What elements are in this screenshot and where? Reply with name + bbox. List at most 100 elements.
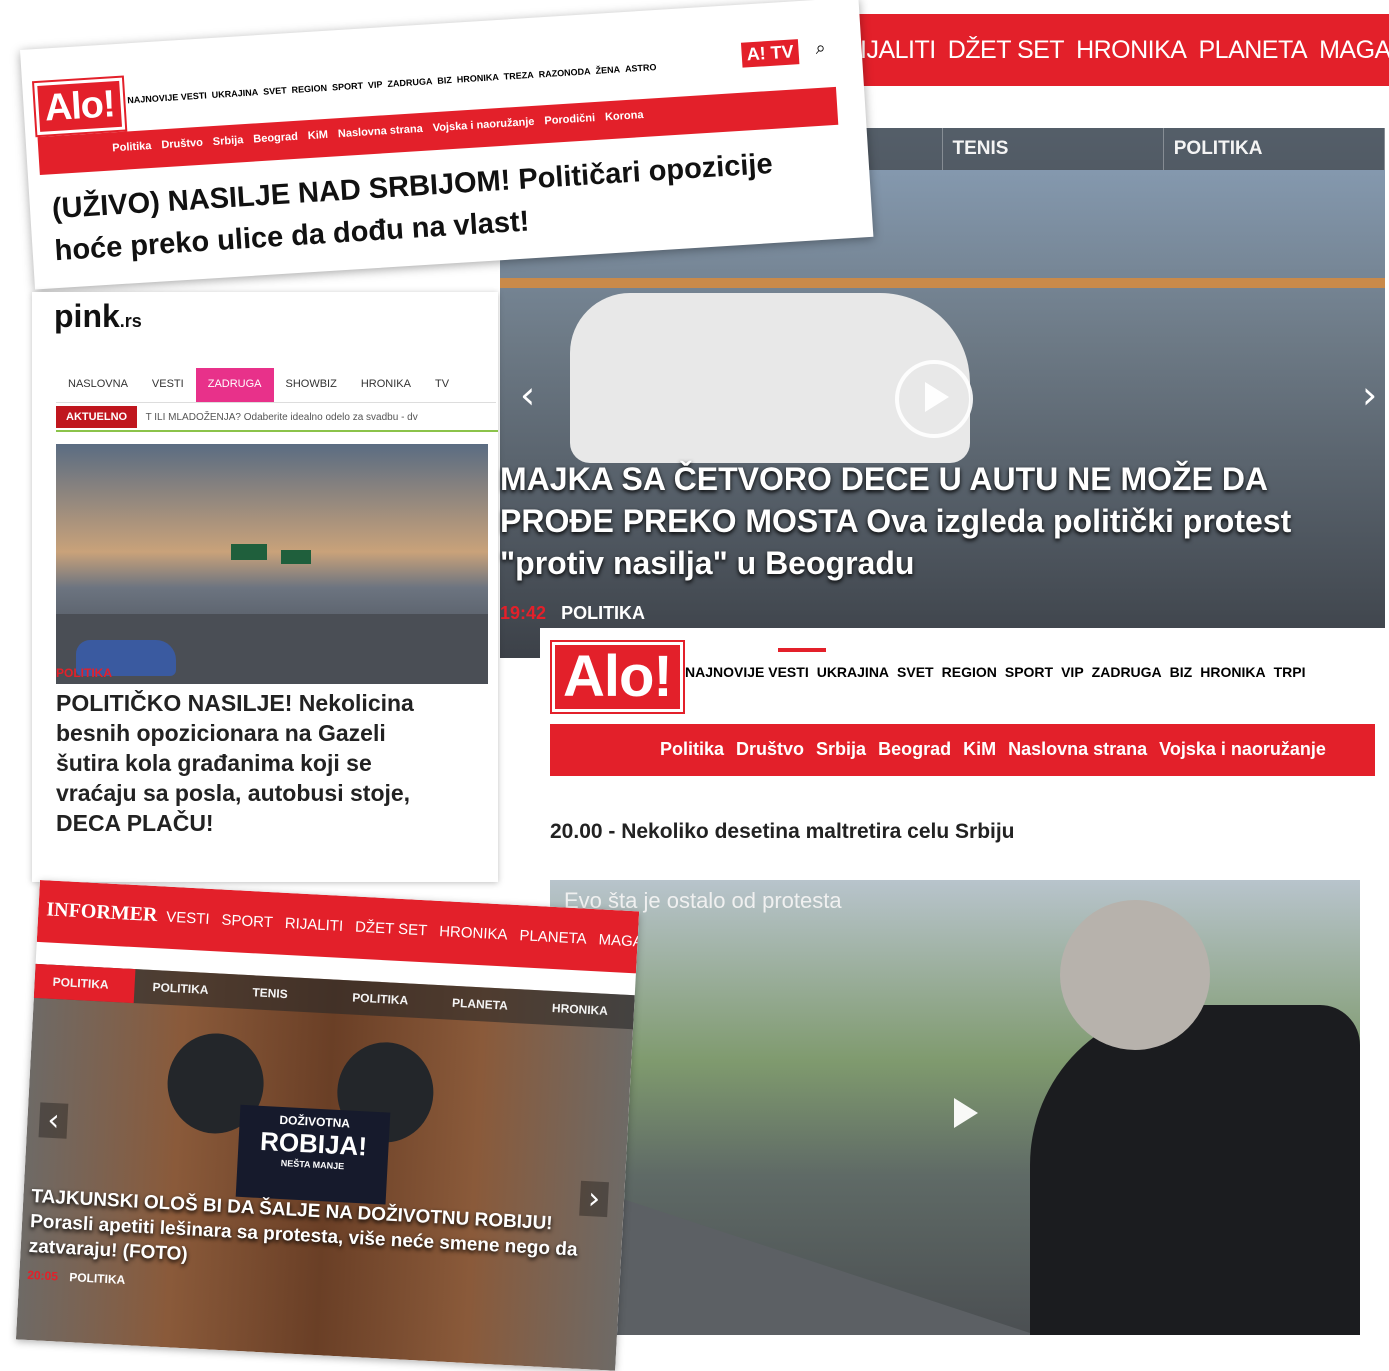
nav-item[interactable]: VIP (368, 79, 383, 90)
nav-item[interactable]: VESTI (166, 909, 210, 928)
nav-item[interactable]: Naslovna strana (1008, 739, 1147, 759)
nav-item[interactable]: PLANETA (519, 927, 587, 947)
nav-item[interactable]: TRPI (1274, 664, 1306, 680)
nav-item[interactable]: SHOWBIZ (274, 368, 349, 402)
nav-item[interactable]: SPORT (332, 81, 364, 93)
alo-bottom-top-nav: NAJNOVIJE VESTI UKRAJINA SVET REGION SPORT VI… (685, 664, 1375, 680)
informer-top-navbar: IJALITI DŽET SET HRONIKA PLANETA MAGAZIN (850, 14, 1389, 86)
nav-item[interactable]: SPORT (1005, 664, 1053, 680)
nav-item[interactable]: ZADRUGA (1092, 664, 1162, 680)
nav-item[interactable]: HRONIKA (457, 72, 500, 85)
person-shape (1030, 1005, 1360, 1335)
nav-item[interactable]: HRONIKA (349, 368, 423, 402)
prev-arrow-icon[interactable]: ‹ (520, 373, 535, 417)
nav-item[interactable]: REGION (942, 664, 997, 680)
alo-bottom-video[interactable]: Evo šta je ostalo od protesta (550, 880, 1360, 1335)
nav-item[interactable]: VESTI (140, 368, 196, 402)
tab[interactable]: PLANETA (433, 985, 535, 1024)
nav-item[interactable]: Politika (112, 140, 152, 154)
nav-item[interactable]: MAGAZIN (598, 931, 639, 952)
informer-bottom-tabs: POLITIKA POLITIKA TENIS POLITIKA PLANETA HRON… (33, 963, 635, 1030)
nav-item[interactable]: VIP (1061, 664, 1084, 680)
nav-item[interactable]: SPORT (221, 912, 273, 932)
nav-item[interactable]: HRONIKA (1076, 36, 1187, 64)
informer-bottom-nav: VESTI SPORT RIJALITI DŽET SET HRONIKA PLANETA… (166, 909, 639, 953)
nav-item[interactable]: PLANETA (1198, 36, 1307, 64)
nav-item[interactable]: Vojska i naoružanje (1159, 739, 1326, 759)
play-icon[interactable] (895, 360, 973, 438)
nav-item[interactable]: RAZONODA (538, 66, 591, 79)
nav-item[interactable]: HRONIKA (439, 923, 508, 944)
search-icon[interactable]: ⌕ (815, 37, 826, 59)
nav-item[interactable]: ŽENA (595, 64, 620, 76)
tab[interactable]: TENIS (943, 128, 1164, 170)
informer-bottom-hero-image[interactable]: POLITIKA POLITIKA TENIS POLITIKA PLANETA HRON… (15, 963, 635, 1371)
tab[interactable]: POLITIKA (333, 980, 435, 1019)
pink-ticker-text[interactable]: T ILI MLADOŽENJA? Odaberite idealno odel… (146, 412, 418, 423)
nav-item[interactable]: UKRAJINA (211, 87, 258, 100)
pink-headline[interactable]: POLITIČKO NASILJE! Nekolicina besnih opo… (56, 688, 426, 838)
nav-item[interactable]: DŽET SET (355, 919, 428, 940)
nav-item[interactable]: SVET (897, 664, 934, 680)
prev-arrow-icon[interactable]: ‹ (38, 1102, 69, 1139)
sign-shape (281, 550, 311, 564)
protest-sign: DOŽIVOTNA ROBIJA! NEŠTA MANJE (235, 1104, 391, 1205)
nav-item[interactable]: Beograd (253, 131, 298, 146)
pink-ticker: AKTUELNO T ILI MLADOŽENJA? Odaberite ide… (56, 406, 498, 432)
nav-item[interactable]: Srbija (212, 134, 243, 148)
tab[interactable]: POLITIKA (33, 963, 136, 1004)
nav-item[interactable]: NAJNOVIJE VESTI (127, 90, 207, 105)
nav-item[interactable]: TV (423, 368, 461, 402)
nav-item[interactable]: ZADRUGA (387, 76, 433, 89)
nav-item[interactable]: IJALITI (860, 36, 936, 64)
pink-nav: NASLOVNA VESTI ZADRUGA SHOWBIZ HRONIKA TV (56, 368, 496, 403)
nav-item[interactable]: SVET (263, 85, 287, 96)
next-arrow-icon[interactable]: › (1362, 373, 1377, 417)
nav-item[interactable]: UKRAJINA (817, 664, 889, 680)
informer-top-nav: IJALITI DŽET SET HRONIKA PLANETA MAGAZIN (860, 36, 1389, 65)
alo-bottom-logo[interactable]: Alo! (552, 642, 683, 712)
head-shape (1060, 900, 1210, 1050)
alo-bottom-sub-nav: Politika Društvo Srbija Beograd KiM Naslovna … (550, 724, 1375, 776)
alo-bottom-live-line[interactable]: 20.00 - Nekoliko desetina maltretira cel… (550, 820, 1015, 844)
alo-tv-badge[interactable]: A! TV (740, 39, 800, 68)
nav-item[interactable]: KiM (963, 739, 996, 759)
pink-logo[interactable]: pink.rs (54, 298, 142, 335)
next-arrow-icon[interactable]: › (579, 1180, 609, 1218)
tab[interactable]: POLITIKA (134, 969, 236, 1008)
nav-item[interactable]: BIZ (437, 75, 452, 86)
informer-bottom-logo[interactable]: INFORMER (46, 898, 158, 927)
pink-category[interactable]: POLITIKA (56, 666, 112, 680)
nav-item[interactable]: NASLOVNA (56, 368, 140, 402)
informer-top-headline[interactable]: MAJKA SA ČETVORO DECE U AUTU NE MOŽE DA … (500, 458, 1320, 584)
nav-item[interactable]: Politika (660, 739, 724, 759)
sign-shape (231, 544, 267, 560)
nav-item[interactable]: KiM (307, 129, 328, 142)
tab[interactable]: POLITIKA (1164, 128, 1385, 170)
nav-item[interactable]: BIZ (1170, 664, 1193, 680)
nav-item[interactable]: REGION (291, 83, 327, 95)
nav-item[interactable]: RIJALITI (284, 915, 343, 935)
nav-item[interactable]: Srbija (816, 739, 866, 759)
pink-logo-tld: .rs (119, 311, 142, 331)
pink-hero-image[interactable] (56, 444, 488, 684)
nav-item[interactable]: Beograd (878, 739, 951, 759)
nav-item[interactable]: ZADRUGA (195, 368, 274, 402)
nav-item[interactable]: Vojska i naoružanje (432, 116, 534, 134)
tab[interactable]: HRONIKA (533, 990, 635, 1029)
nav-item[interactable]: NAJNOVIJE VESTI (685, 664, 809, 680)
nav-item[interactable]: ASTRO (625, 62, 657, 74)
nav-item[interactable]: TREZA (503, 70, 534, 82)
nav-item[interactable]: Društvo (161, 137, 203, 152)
tab[interactable]: TENIS (234, 974, 336, 1013)
alo-top-logo[interactable]: Alo! (34, 77, 126, 136)
nav-item[interactable]: DŽET SET (948, 36, 1065, 64)
nav-item[interactable]: Porodični (544, 112, 595, 127)
informer-top-meta: 19:42 POLITIKA (500, 603, 645, 624)
nav-item[interactable]: MAGAZIN (1319, 36, 1389, 64)
nav-item[interactable]: Korona (605, 109, 644, 123)
nav-item[interactable]: HRONIKA (1200, 664, 1265, 680)
nav-item[interactable]: Naslovna strana (338, 123, 424, 140)
nav-item[interactable]: Društvo (736, 739, 804, 759)
play-icon[interactable] (928, 1080, 998, 1150)
